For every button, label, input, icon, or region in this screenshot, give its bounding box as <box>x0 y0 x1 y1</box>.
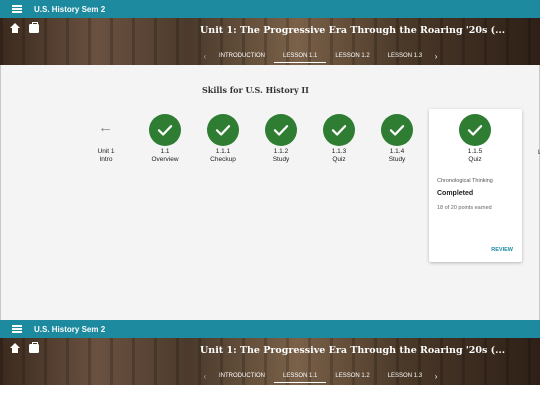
skill-1-1-5[interactable]: 1.1.5 Quiz <box>450 148 500 164</box>
tab-lesson-1-3[interactable]: LESSON 1.3 <box>379 49 431 63</box>
home-icon[interactable] <box>10 23 20 33</box>
chevron-left-icon[interactable]: ‹ <box>200 372 210 381</box>
briefcase-icon[interactable] <box>29 22 39 33</box>
check-icon[interactable] <box>459 114 491 146</box>
check-icon[interactable] <box>207 114 239 146</box>
points-earned: 18 of 20 points earned <box>437 205 492 211</box>
unit-header: Unit 1: The Progressive Era Through the … <box>0 18 540 65</box>
skill-1-1-4[interactable]: 1.1.4 Study <box>372 148 422 164</box>
skill-1-1-1[interactable]: 1.1.1 Checkup <box>198 148 248 164</box>
home-icon[interactable] <box>10 343 20 353</box>
menu-icon[interactable] <box>12 325 22 333</box>
tab-lesson-1-3[interactable]: LESSON 1.3 <box>379 369 431 383</box>
check-icon[interactable] <box>323 114 355 146</box>
content-area <box>0 385 540 405</box>
skill-unit-intro[interactable]: Unit 1 Intro <box>81 148 131 164</box>
tab-lesson-1-2[interactable]: LESSON 1.2 <box>326 369 378 383</box>
chevron-right-icon[interactable]: › <box>431 52 441 61</box>
skill-1-1-2[interactable]: 1.1.2 Study <box>256 148 306 164</box>
back-arrow-icon[interactable]: ← <box>98 120 114 135</box>
tab-lesson-1-1[interactable]: LESSON 1.1 <box>274 369 327 383</box>
check-icon[interactable] <box>265 114 297 146</box>
app-bar-duplicate: U.S. History Sem 2 <box>0 320 540 338</box>
check-icon[interactable] <box>149 114 181 146</box>
lesson-tabs: ‹ INTRODUCTION LESSON 1.1 LESSON 1.2 LES… <box>200 369 441 383</box>
unit-header-duplicate: Unit 1: The Progressive Era Through the … <box>0 338 540 385</box>
app-title: U.S. History Sem 2 <box>34 324 106 334</box>
chevron-left-icon[interactable]: ‹ <box>200 52 210 61</box>
tab-introduction[interactable]: INTRODUCTION <box>210 369 274 383</box>
menu-icon[interactable] <box>12 5 22 13</box>
unit-title: Unit 1: The Progressive Era Through the … <box>200 25 506 36</box>
skills-panel: Skills for U.S. History II ← Unit 1 Intr… <box>0 65 540 320</box>
skill-category: Chronological Thinking <box>437 178 493 184</box>
unit-title: Unit 1: The Progressive Era Through the … <box>200 345 506 356</box>
app-bar: U.S. History Sem 2 <box>0 0 540 18</box>
status-text: Completed <box>437 190 474 197</box>
skill-detail-card: 1.1.5 Quiz Chronological Thinking Comple… <box>429 109 522 262</box>
check-icon[interactable] <box>381 114 413 146</box>
tab-lesson-1-1[interactable]: LESSON 1.1 <box>274 49 327 63</box>
skill-1-1[interactable]: 1.1 Overview <box>140 148 190 164</box>
skills-title: Skills for U.S. History II <box>202 85 309 95</box>
tab-introduction[interactable]: INTRODUCTION <box>210 49 274 63</box>
lesson-tabs: ‹ INTRODUCTION LESSON 1.1 LESSON 1.2 LES… <box>200 49 441 63</box>
review-button[interactable]: REVIEW <box>491 247 513 253</box>
skill-1-1-3[interactable]: 1.1.3 Quiz <box>314 148 364 164</box>
briefcase-icon[interactable] <box>29 342 39 353</box>
chevron-right-icon[interactable]: › <box>431 372 441 381</box>
app-title: U.S. History Sem 2 <box>34 4 106 14</box>
tab-lesson-1-2[interactable]: LESSON 1.2 <box>326 49 378 63</box>
